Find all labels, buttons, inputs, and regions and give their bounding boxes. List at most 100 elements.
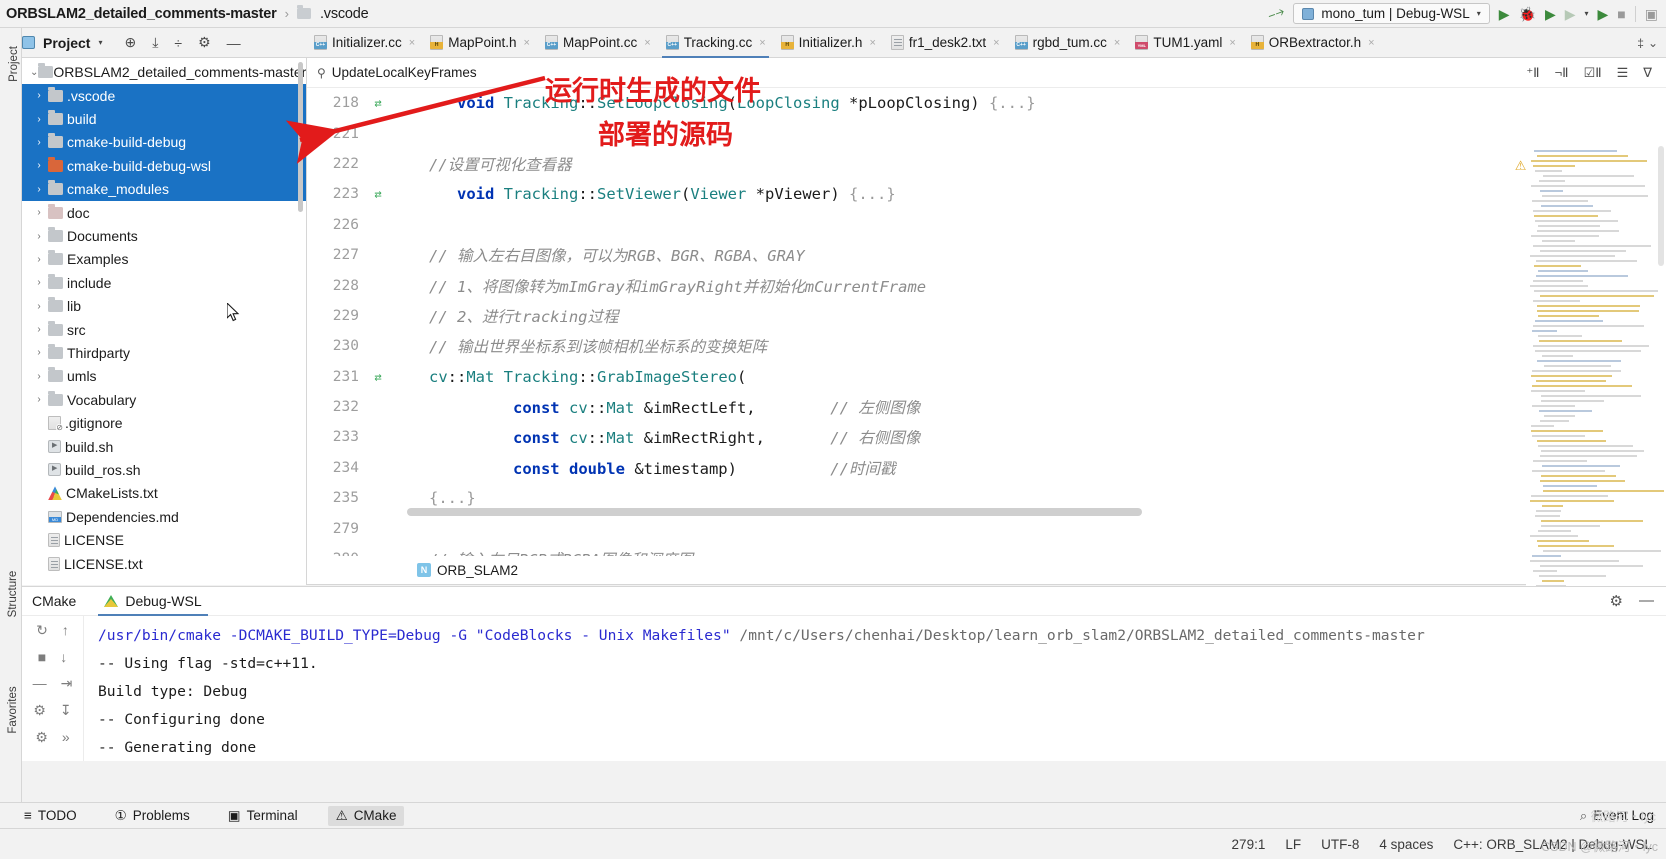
override-gutter-icon[interactable]: ⇄ (365, 370, 391, 384)
hide-panel-icon[interactable]: — (227, 35, 241, 51)
services-button[interactable]: ▣ (1645, 7, 1658, 21)
tool-window-button-terminal[interactable]: ▣ Terminal (220, 806, 306, 826)
editor-tab-initializer-cc[interactable]: Initializer.cc × (306, 28, 422, 58)
close-icon[interactable]: × (1368, 37, 1374, 49)
tree-item-doc[interactable]: › doc (22, 201, 306, 224)
chevron-right-icon[interactable]: › (30, 394, 48, 405)
tree-item-src[interactable]: › src (22, 318, 306, 341)
chevron-right-icon[interactable]: › (30, 324, 48, 335)
settings-icon[interactable]: ⚙ (35, 729, 48, 746)
code-line[interactable]: 228 // 1、将图像转为mImGray和imGrayRight并初始化mCu… (307, 270, 1666, 300)
project-panel-label[interactable]: Project (43, 35, 90, 51)
cmake-tab-debug-wsl[interactable]: Debug-WSL (98, 587, 208, 616)
breadcrumb-project[interactable]: ORBSLAM2_detailed_comments-master (6, 6, 277, 22)
code-line[interactable]: 279 (307, 513, 1666, 543)
chevron-right-icon[interactable]: › (30, 371, 48, 382)
tool-window-button-problems[interactable]: ① Problems (107, 806, 198, 826)
code-line[interactable]: 227 // 输入左右目图像，可以为RGB、BGR、RGBA、GRAY (307, 240, 1666, 270)
chevron-right-icon[interactable]: › (30, 301, 48, 312)
scroll-down-icon[interactable]: ↓ (60, 649, 67, 665)
minimap-scrollbar[interactable] (1658, 146, 1664, 266)
tree-scrollbar[interactable] (298, 62, 303, 212)
attach-debugger-button[interactable]: ▶ (1598, 7, 1609, 21)
code-line[interactable]: 232 const cv::Mat &imRectLeft, // 左侧图像 (307, 392, 1666, 422)
debug-button[interactable]: 🐞 (1519, 7, 1536, 21)
code-line[interactable]: 222 //设置可视化查看器 (307, 149, 1666, 179)
settings-gear-icon[interactable]: ⚙ (198, 34, 211, 51)
editor-tab-tum1-yaml[interactable]: TUM1.yaml × (1127, 28, 1242, 58)
chevron-down-icon[interactable]: ⌄ (1648, 36, 1658, 50)
tree-item-cmake-build-debug-wsl[interactable]: › cmake-build-debug-wsl (22, 154, 306, 178)
chevron-down-icon[interactable]: ⌄ (30, 67, 38, 78)
tree-item-license[interactable]: LICENSE (22, 528, 306, 551)
hide-panel-icon[interactable]: — (1639, 592, 1654, 610)
code-area[interactable]: 218 ⇄ void Tracking::SetLoopClosing(LoopC… (307, 88, 1666, 556)
editor-horizontal-scrollbar[interactable] (407, 508, 1142, 516)
tool-window-button-todo[interactable]: ≡ TODO (16, 806, 85, 825)
editor-tab-initializer-h[interactable]: Initializer.h × (773, 28, 883, 58)
remove-param-icon[interactable]: ¬Ⅱ (1555, 65, 1569, 81)
code-line[interactable]: 280 // 输入左目RGB或RGBA图像和深度图 (307, 544, 1666, 556)
override-gutter-icon[interactable]: ⇄ (365, 96, 391, 110)
rerun-icon[interactable]: ↻ (36, 622, 48, 639)
tree-item-build-sh[interactable]: build.sh (22, 435, 306, 458)
code-line[interactable]: 221 (307, 118, 1666, 148)
expand-all-icon[interactable]: ÷ (174, 35, 182, 51)
tool-button-structure[interactable]: Structure (7, 559, 19, 629)
tree-item--vscode[interactable]: › .vscode (22, 84, 306, 108)
close-icon[interactable]: × (1229, 37, 1235, 49)
close-icon[interactable]: × (759, 37, 765, 49)
run-configuration-selector[interactable]: mono_tum | Debug-WSL ▾ (1293, 3, 1490, 24)
tool-window-button-cmake[interactable]: ⚠ CMake (327, 805, 405, 826)
code-line[interactable]: 218 ⇄ void Tracking::SetLoopClosing(LoopC… (307, 88, 1666, 118)
filter-icon[interactable]: ∇ (1643, 65, 1652, 81)
chevron-right-icon[interactable]: › (30, 277, 48, 288)
tree-item-include[interactable]: › include (22, 271, 306, 294)
chevron-right-icon[interactable]: › (30, 184, 48, 195)
editor-tab-rgbd-tum-cc[interactable]: rgbd_tum.cc × (1007, 28, 1128, 58)
tree-item-umls[interactable]: › umls (22, 365, 306, 388)
editor-minimap[interactable] (1526, 146, 1666, 616)
code-line[interactable]: 226 (307, 210, 1666, 240)
tree-item-cmake-build-debug[interactable]: › cmake-build-debug (22, 130, 306, 155)
tree-item-thirdparty[interactable]: › Thirdparty (22, 341, 306, 364)
project-tree[interactable]: ⌄ ORBSLAM2_detailed_comments-master › .vs… (22, 58, 307, 585)
collapse-all-icon[interactable]: ⤓ (152, 34, 158, 51)
editor-tab-mappoint-h[interactable]: MapPoint.h × (422, 28, 537, 58)
tree-item-examples[interactable]: › Examples (22, 248, 306, 271)
chevron-right-icon[interactable]: › (30, 207, 48, 218)
chevron-right-icon[interactable]: › (30, 160, 48, 171)
format-icon[interactable]: ☰ (1617, 65, 1629, 81)
stop-button[interactable]: ■ (1617, 7, 1625, 21)
line-separator[interactable]: LF (1285, 837, 1301, 852)
chevron-right-icon[interactable]: › (30, 90, 48, 101)
close-icon[interactable]: × (644, 37, 650, 49)
tree-item-cmake-modules[interactable]: › cmake_modules (22, 177, 306, 201)
search-icon[interactable]: ⚲ (317, 66, 326, 80)
scroll-up-icon[interactable]: ↑ (62, 622, 69, 639)
profile-button[interactable]: ▶ (1565, 7, 1576, 21)
code-line[interactable]: 234 const double &timestamp) //时间戳 (307, 453, 1666, 483)
tree-item-build[interactable]: › build (22, 107, 306, 131)
soft-wrap-icon[interactable]: — (33, 675, 47, 692)
project-chevron-down-icon[interactable]: ▾ (98, 38, 102, 47)
tree-item-documents[interactable]: › Documents (22, 224, 306, 247)
tree-item-cmakelists-txt[interactable]: CMakeLists.txt (22, 482, 306, 505)
editor-tab-tracking-cc[interactable]: Tracking.cc × (658, 28, 773, 58)
cmake-output[interactable]: /usr/bin/cmake -DCMAKE_BUILD_TYPE=Debug … (84, 616, 1666, 761)
caret-position[interactable]: 279:1 (1232, 837, 1266, 852)
close-icon[interactable]: × (993, 37, 999, 49)
code-line[interactable]: 233 const cv::Mat &imRectRight, // 右侧图像 (307, 422, 1666, 452)
tool-button-project[interactable]: Project (8, 34, 20, 94)
code-line[interactable]: 231 ⇄ cv::Mat Tracking::GrabImageStereo( (307, 362, 1666, 392)
tree-root-row[interactable]: ⌄ ORBSLAM2_detailed_comments-master (22, 60, 306, 84)
run-with-coverage-button[interactable]: ▶ (1545, 7, 1556, 21)
tree-item-lib[interactable]: › lib (22, 295, 306, 318)
file-encoding[interactable]: UTF-8 (1321, 837, 1359, 852)
close-icon[interactable]: × (524, 37, 530, 49)
chevron-right-icon[interactable]: › (30, 347, 48, 358)
editor-tab-fr1-desk2-txt[interactable]: fr1_desk2.txt × (883, 28, 1007, 58)
editor-tab-orbextractor-h[interactable]: ORBextractor.h × (1243, 28, 1382, 58)
close-icon[interactable]: × (1114, 37, 1120, 49)
rename-icon[interactable]: ☑Ⅱ (1584, 65, 1602, 81)
